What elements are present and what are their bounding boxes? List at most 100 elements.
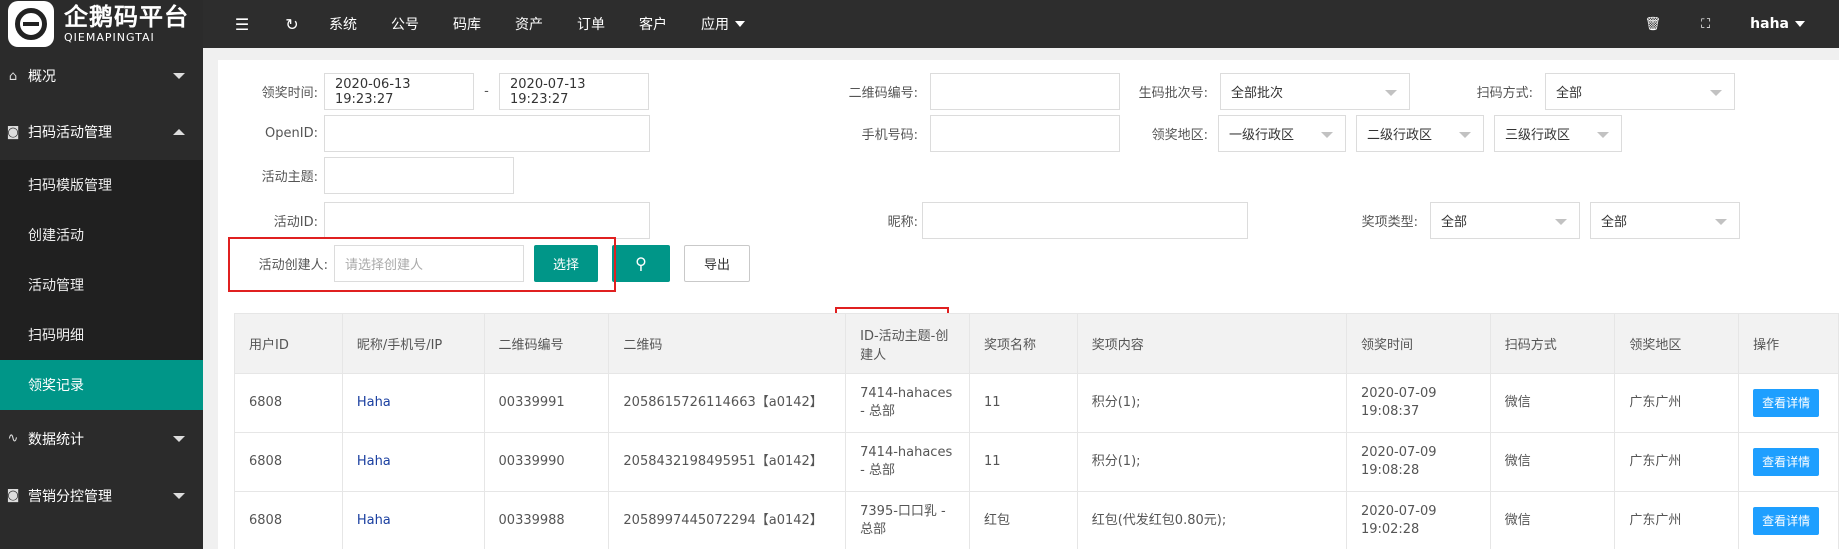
username: haha bbox=[1750, 16, 1789, 32]
sidebar-item-create-activity[interactable]: 创建活动 bbox=[0, 210, 203, 260]
refresh-icon[interactable]: ↻ bbox=[281, 15, 303, 34]
brand-name-en: QIEMAPINGTAI bbox=[64, 31, 155, 44]
activity-id-label: 活动ID: bbox=[273, 215, 318, 230]
top-bar: ☰ ↻ 系统 公号 码库 资产 订单 客户 应用 🗑 ⛶ haha bbox=[203, 0, 1839, 48]
phone-input[interactable] bbox=[930, 115, 1120, 152]
column-header: 二维码 bbox=[608, 313, 847, 374]
openid-input[interactable] bbox=[324, 115, 650, 152]
sidebar-group-marketing[interactable]: ◙ 营销分控管理 bbox=[0, 467, 203, 524]
region-level2-select[interactable]: 二级行政区 bbox=[1356, 115, 1484, 152]
award-time-label: 领奖时间: bbox=[261, 86, 318, 101]
cell-scan-method: 微信 bbox=[1489, 432, 1616, 492]
cell-action: 查看详情 bbox=[1738, 373, 1839, 433]
cell-qrcode: 2058997445072294【a0142】 bbox=[608, 491, 847, 549]
sidebar-item-scan-template[interactable]: 扫码模版管理 bbox=[0, 160, 203, 210]
home-icon: ⌂ bbox=[8, 68, 18, 84]
menu-toggle-icon[interactable]: ☰ bbox=[231, 15, 253, 34]
export-button[interactable]: 导出 bbox=[684, 245, 750, 282]
nav-system[interactable]: 系统 bbox=[329, 14, 357, 34]
region-label: 领奖地区: bbox=[1151, 128, 1208, 143]
activity-id-input[interactable] bbox=[324, 202, 650, 239]
brand-logo[interactable]: 企鹅码平台 QIEMAPINGTAI bbox=[0, 0, 203, 48]
cell-qrcode-no: 00339990 bbox=[483, 432, 610, 492]
nav-customers[interactable]: 客户 bbox=[639, 14, 667, 34]
cell-qrcode: 2058615726114663【a0142】 bbox=[608, 373, 847, 433]
cell-region: 广东广州 bbox=[1614, 432, 1740, 492]
cell-qrcode-no: 00339991 bbox=[483, 373, 610, 433]
cell-nickname[interactable]: Haha bbox=[341, 432, 485, 492]
nav-apps[interactable]: 应用 bbox=[701, 14, 745, 34]
prize-type-label: 奖项类型: bbox=[1361, 215, 1418, 230]
batch-label: 生码批次号: bbox=[1138, 86, 1208, 101]
region-level1-select[interactable]: 一级行政区 bbox=[1218, 115, 1346, 152]
chevron-down-icon bbox=[1795, 21, 1805, 27]
logo-icon bbox=[8, 1, 54, 47]
cell-award-time: 2020-07-09 19:08:28 bbox=[1345, 432, 1491, 492]
cell-scan-method: 微信 bbox=[1489, 491, 1616, 549]
fullscreen-icon[interactable]: ⛶ bbox=[1701, 17, 1710, 32]
nav-assets[interactable]: 资产 bbox=[515, 14, 543, 34]
user-menu[interactable]: haha bbox=[1750, 16, 1805, 32]
qrcode-no-input[interactable] bbox=[930, 73, 1120, 110]
cell-nickname[interactable]: Haha bbox=[341, 491, 485, 549]
award-time-start-input[interactable]: 2020-06-13 19:23:27 bbox=[324, 73, 474, 110]
nav-public-account[interactable]: 公号 bbox=[391, 14, 419, 34]
region-level3-select[interactable]: 三级行政区 bbox=[1494, 115, 1622, 152]
cell-prize-name: 红包 bbox=[968, 491, 1078, 549]
nav-code-library[interactable]: 码库 bbox=[453, 14, 481, 34]
sidebar-item-scan-detail[interactable]: 扫码明细 bbox=[0, 310, 203, 360]
theme-label: 活动主题: bbox=[261, 170, 318, 185]
search-button[interactable]: ⚲ bbox=[612, 245, 670, 282]
prize-type-select-2[interactable]: 全部 bbox=[1590, 202, 1740, 239]
cell-user-id: 6808 bbox=[234, 373, 343, 433]
column-header: 奖项内容 bbox=[1076, 313, 1347, 374]
top-nav: 系统 公号 码库 资产 订单 客户 应用 bbox=[329, 14, 779, 34]
cell-user-id: 6808 bbox=[234, 491, 343, 549]
sidebar-group-label: 扫码活动管理 bbox=[28, 125, 112, 141]
award-time-end-input[interactable]: 2020-07-13 19:23:27 bbox=[499, 73, 649, 110]
sidebar-group-overview[interactable]: ⌂ 概况 bbox=[0, 48, 203, 104]
column-header: 昵称/手机号/IP bbox=[341, 313, 485, 374]
sidebar-group-label: 数据统计 bbox=[28, 431, 84, 448]
trash-icon[interactable]: 🗑 bbox=[1645, 17, 1662, 32]
sidebar-item-award-record[interactable]: 领奖记录 bbox=[0, 360, 203, 410]
sidebar-group-label: 概况 bbox=[28, 69, 56, 85]
view-detail-button[interactable]: 查看详情 bbox=[1753, 506, 1820, 536]
main-content: 领奖时间: 2020-06-13 19:23:27 - 2020-07-13 1… bbox=[218, 60, 1839, 549]
sidebar-group-label: 营销分控管理 bbox=[28, 488, 112, 505]
cell-activity: 7414-hahaces - 总部 bbox=[845, 373, 970, 433]
view-detail-button[interactable]: 查看详情 bbox=[1753, 447, 1820, 477]
sidebar-group-scan-activity[interactable]: ◙ 扫码活动管理 bbox=[0, 104, 203, 160]
cell-prize-content: 积分(1); bbox=[1076, 432, 1347, 492]
sidebar-item-activity-manage[interactable]: 活动管理 bbox=[0, 260, 203, 310]
nickname-input[interactable] bbox=[922, 202, 1248, 239]
nav-orders[interactable]: 订单 bbox=[577, 14, 605, 34]
chevron-up-icon bbox=[173, 129, 185, 135]
cell-nickname[interactable]: Haha bbox=[341, 373, 485, 433]
chevron-down-icon bbox=[735, 21, 745, 27]
pulse-icon: ∿ bbox=[7, 431, 19, 446]
theme-input[interactable] bbox=[324, 157, 514, 194]
cell-prize-name: 11 bbox=[968, 432, 1078, 492]
cell-region: 广东广州 bbox=[1614, 373, 1740, 433]
nickname-label: 昵称: bbox=[887, 215, 918, 230]
cell-action: 查看详情 bbox=[1738, 432, 1839, 492]
prize-type-select-1[interactable]: 全部 bbox=[1430, 202, 1580, 239]
batch-select[interactable]: 全部批次 bbox=[1220, 73, 1410, 110]
scan-method-label: 扫码方式: bbox=[1476, 86, 1533, 101]
view-detail-button[interactable]: 查看详情 bbox=[1753, 388, 1820, 418]
search-icon: ⚲ bbox=[635, 254, 647, 273]
cell-activity: 7395-口口乳 - 总部 bbox=[845, 491, 970, 549]
highlight-box bbox=[228, 237, 616, 292]
qrcode-no-label: 二维码编号: bbox=[848, 86, 918, 101]
sidebar-group-statistics[interactable]: ∿ 数据统计 bbox=[0, 410, 203, 467]
table-row: 6808 Haha 00339991 2058615726114663【a014… bbox=[234, 373, 1839, 433]
date-separator: - bbox=[484, 84, 489, 99]
scan-method-select[interactable]: 全部 bbox=[1545, 73, 1735, 110]
cell-user-id: 6808 bbox=[234, 432, 343, 492]
cell-prize-name: 11 bbox=[968, 373, 1078, 433]
award-record-table: 用户ID 昵称/手机号/IP 二维码编号 二维码 ID-活动主题-创建人 奖项名… bbox=[234, 313, 1839, 549]
column-header: ID-活动主题-创建人 bbox=[845, 313, 970, 374]
cell-prize-content: 积分(1); bbox=[1076, 373, 1347, 433]
cell-scan-method: 微信 bbox=[1489, 373, 1616, 433]
